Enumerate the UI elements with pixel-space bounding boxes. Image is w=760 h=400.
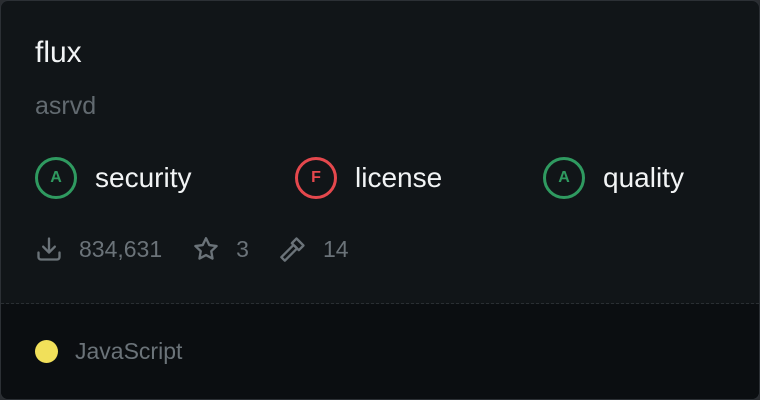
grade-badge-security: A	[35, 157, 77, 199]
package-card-footer: JavaScript	[1, 304, 759, 399]
grade-label-quality: quality	[603, 162, 684, 193]
grade-quality[interactable]: A quality	[543, 154, 684, 202]
stat-dependents: 14	[279, 235, 349, 263]
grade-label-license: license	[355, 162, 443, 193]
dependents-count: 14	[322, 235, 349, 262]
stars-count: 3	[236, 235, 249, 262]
package-owner[interactable]: asrvd	[35, 91, 96, 121]
grade-badge-license: F	[295, 157, 337, 199]
grade-label-security: security	[95, 162, 192, 193]
language-color-dot	[35, 340, 58, 363]
download-icon	[37, 237, 61, 261]
language-label: JavaScript	[75, 338, 183, 364]
package-card[interactable]: flux asrvd A security F license A qualit…	[0, 0, 760, 400]
stat-downloads: 834,631	[35, 235, 162, 263]
star-icon	[194, 237, 218, 260]
grade-security[interactable]: A security	[35, 154, 191, 202]
grades-row: A security F license A quality	[35, 154, 735, 202]
grade-license[interactable]: F license	[295, 154, 442, 202]
stat-stars: 3	[192, 235, 249, 263]
stats-row: 834,631 3 14	[35, 231, 379, 267]
package-card-header: flux asrvd A security F license A qualit…	[1, 1, 759, 303]
hammer-icon	[280, 237, 305, 262]
package-name[interactable]: flux	[35, 35, 82, 71]
downloads-count: 834,631	[79, 235, 163, 262]
grade-badge-quality: A	[543, 157, 585, 199]
